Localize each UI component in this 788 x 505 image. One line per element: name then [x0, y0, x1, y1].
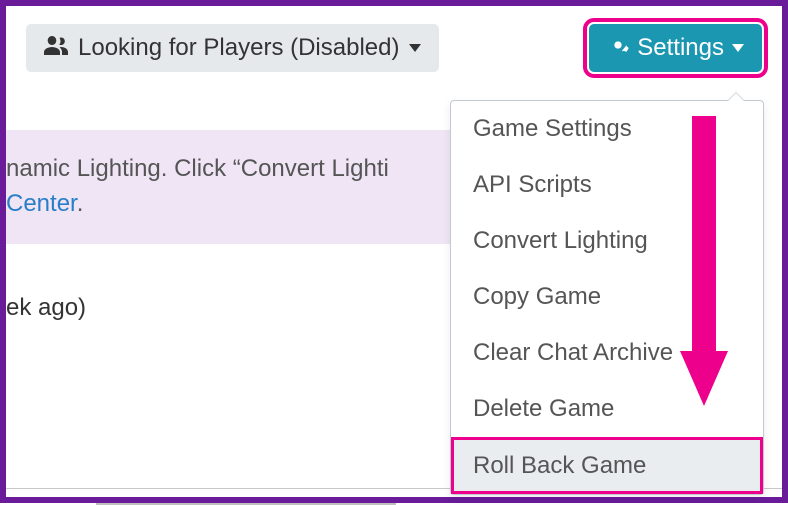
people-icon: [44, 35, 68, 61]
content-area: Looking for Players (Disabled) Settings …: [6, 6, 782, 497]
settings-wrap: Settings: [589, 24, 762, 72]
chevron-down-icon: [409, 44, 421, 52]
notice-trailing: .: [77, 190, 84, 217]
menu-item-delete-game[interactable]: Delete Game: [451, 381, 763, 437]
settings-dropdown: Game Settings API Scripts Convert Lighti…: [450, 100, 764, 495]
menu-item-game-settings[interactable]: Game Settings: [451, 101, 763, 157]
lfp-label: Looking for Players (Disabled): [78, 34, 399, 62]
menu-item-roll-back-game[interactable]: Roll Back Game: [451, 437, 763, 494]
help-center-link[interactable]: Center: [6, 190, 77, 217]
annotation-frame: Looking for Players (Disabled) Settings …: [0, 0, 788, 503]
activity-fragment: ek ago): [6, 294, 86, 321]
settings-button[interactable]: Settings: [589, 24, 762, 72]
gear-icon: [607, 34, 629, 62]
settings-label: Settings: [637, 34, 724, 62]
menu-item-api-scripts[interactable]: API Scripts: [451, 157, 763, 213]
chevron-down-icon: [732, 44, 744, 52]
notice-text-fragment: namic Lighting. Click “Convert Lighti: [6, 155, 389, 182]
menu-item-copy-game[interactable]: Copy Game: [451, 269, 763, 325]
looking-for-players-button[interactable]: Looking for Players (Disabled): [26, 24, 439, 72]
menu-item-clear-chat-archive[interactable]: Clear Chat Archive: [451, 325, 763, 381]
menu-item-convert-lighting[interactable]: Convert Lighting: [451, 213, 763, 269]
toolbar: Looking for Players (Disabled) Settings: [6, 24, 762, 72]
